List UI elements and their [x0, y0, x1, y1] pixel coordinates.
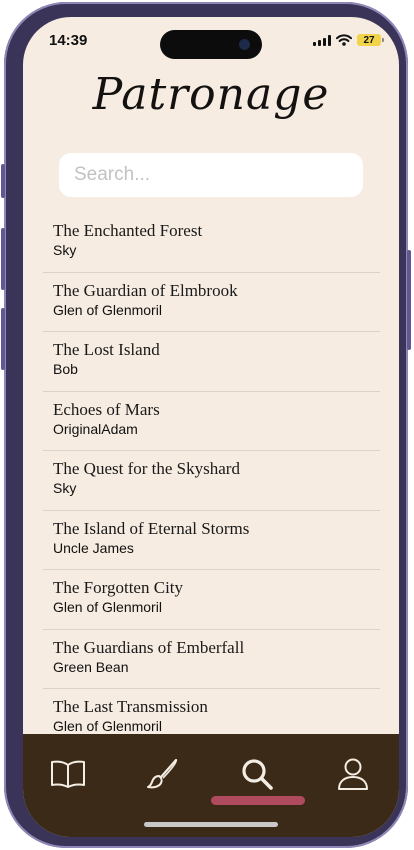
brush-icon: [147, 758, 178, 789]
action-button: [1, 164, 5, 198]
story-list-item[interactable]: Echoes of Mars OriginalAdam: [43, 392, 380, 451]
wifi-icon: [336, 34, 352, 46]
book-icon: [51, 760, 85, 788]
story-author: Uncle James: [53, 539, 134, 556]
volume-down-button: [1, 308, 5, 370]
home-indicator[interactable]: [144, 822, 278, 827]
story-author: Glen of Glenmoril: [53, 718, 162, 734]
tab-search[interactable]: [237, 754, 277, 794]
story-list-item[interactable]: The Guardians of Emberfall Green Bean: [43, 630, 380, 689]
status-bar: 14:39 27: [23, 17, 399, 67]
story-list: The Enchanted Forest Sky The Guardian of E…: [43, 213, 380, 749]
screen: 14:39 27 Patronage The Enc: [23, 17, 399, 837]
profile-icon: [338, 758, 368, 790]
cellular-signal-icon: [313, 34, 331, 46]
story-title: The Quest for the Skyshard: [53, 459, 240, 478]
phone-frame: 14:39 27 Patronage The Enc: [1, 2, 411, 848]
story-list-item[interactable]: The Forgotten City Glen of Glenmoril: [43, 570, 380, 630]
story-title: The Guardian of Elmbrook: [53, 280, 238, 300]
story-title: Echoes of Mars: [53, 399, 160, 419]
tab-profile[interactable]: [333, 754, 373, 794]
tab-bar: [23, 734, 399, 837]
story-title: The Forgotten City: [53, 578, 184, 597]
search-input[interactable]: [59, 153, 363, 197]
story-title: The Last Transmission: [53, 697, 208, 716]
tab-library[interactable]: [48, 754, 88, 794]
story-list-item[interactable]: The Lost Island Bob: [43, 332, 380, 392]
story-list-item[interactable]: The Guardian of Elmbrook Glen of Glenmori…: [43, 273, 380, 332]
story-list-item[interactable]: The Quest for the Skyshard Sky: [43, 451, 380, 511]
story-author: Sky: [53, 480, 77, 496]
volume-up-button: [1, 228, 5, 290]
story-author: Glen of Glenmoril: [53, 301, 162, 318]
story-title: The Guardians of Emberfall: [53, 637, 245, 657]
story-author: Sky: [53, 242, 77, 258]
battery-icon: 27: [357, 34, 384, 46]
power-button: [407, 250, 411, 350]
status-time: 14:39: [49, 32, 88, 49]
story-title: The Lost Island: [53, 340, 160, 359]
story-list-item[interactable]: The Enchanted Forest Sky: [43, 213, 380, 273]
page-title: Patronage: [92, 69, 330, 120]
dynamic-island: [160, 30, 262, 59]
status-icons: 27: [313, 33, 384, 47]
story-author: Glen of Glenmoril: [53, 599, 162, 615]
story-author: Bob: [53, 361, 78, 377]
camera-icon: [239, 39, 250, 50]
story-author: Green Bean: [53, 658, 129, 675]
story-title: The Enchanted Forest: [53, 221, 203, 240]
tab-write[interactable]: [143, 754, 183, 794]
story-title: The Island of Eternal Storms: [53, 518, 250, 538]
search-icon: [242, 759, 273, 790]
story-author: OriginalAdam: [53, 420, 138, 437]
story-list-item[interactable]: The Island of Eternal Storms Uncle James: [43, 511, 380, 570]
active-tab-indicator: [211, 796, 305, 805]
